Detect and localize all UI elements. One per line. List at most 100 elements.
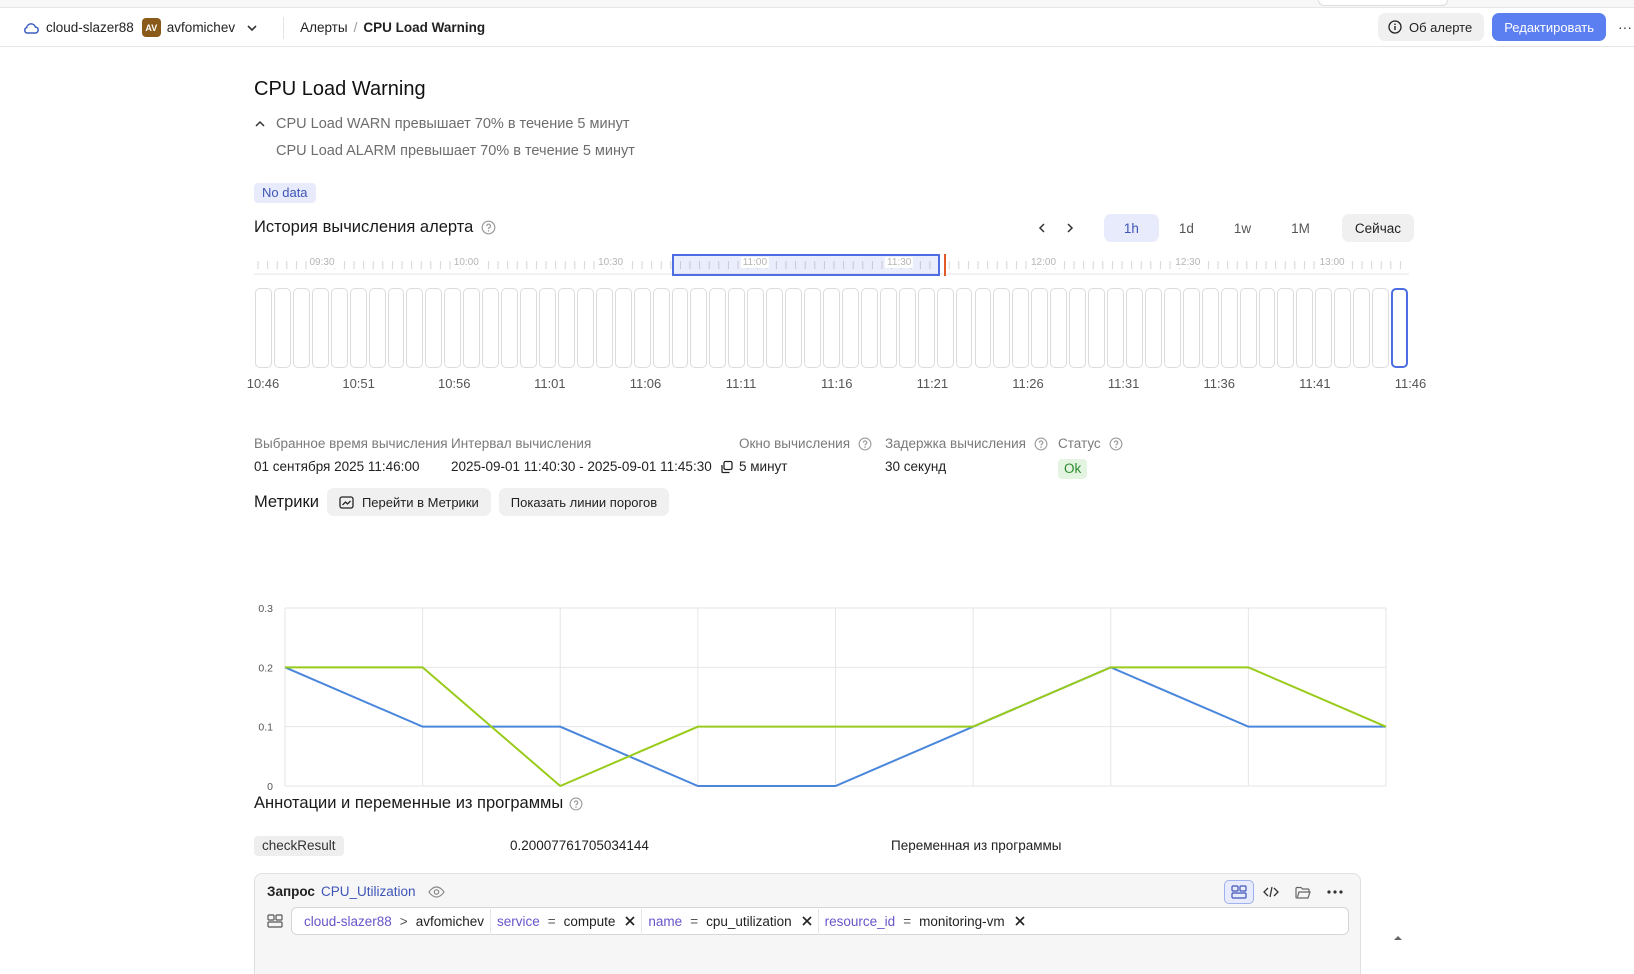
history-bar[interactable]	[444, 288, 462, 368]
breadcrumb-alerts-link[interactable]: Алерты	[300, 20, 348, 35]
history-bar[interactable]	[633, 288, 651, 368]
help-icon[interactable]	[569, 797, 583, 811]
history-bar[interactable]	[823, 288, 840, 368]
close-icon[interactable]	[1015, 916, 1025, 926]
more-icon[interactable]	[1320, 880, 1350, 904]
history-bar[interactable]	[879, 288, 897, 368]
scroll-up-icon[interactable]	[1393, 929, 1403, 944]
history-bar[interactable]	[747, 288, 765, 368]
query-selector-input[interactable]: cloud-slazer88 > avfomichev service = co…	[291, 907, 1349, 935]
history-bar[interactable]	[1277, 288, 1295, 368]
history-bar[interactable]	[1296, 288, 1314, 368]
history-bar[interactable]	[1391, 288, 1408, 368]
history-bar[interactable]	[292, 288, 310, 368]
query-name[interactable]: CPU_Utilization	[321, 884, 416, 899]
open-metrics-button[interactable]: Перейти в Метрики	[326, 488, 491, 516]
history-bar[interactable]	[1031, 288, 1049, 368]
history-bar[interactable]	[1201, 288, 1219, 368]
history-bar[interactable]	[1182, 288, 1200, 368]
history-bar[interactable]	[709, 288, 727, 368]
chevron-down-icon[interactable]	[245, 21, 259, 35]
history-bar[interactable]	[728, 288, 746, 368]
now-button[interactable]: Сейчас	[1341, 214, 1414, 242]
history-bar[interactable]	[652, 288, 670, 368]
range-1d-button[interactable]: 1d	[1159, 214, 1214, 242]
warn-condition[interactable]: CPU Load WARN превышает 70% в течение 5 …	[254, 116, 630, 132]
history-bar[interactable]	[1050, 288, 1068, 368]
history-bar[interactable]	[255, 288, 272, 368]
range-1M-button[interactable]: 1M	[1271, 214, 1330, 242]
filter-chip-service[interactable]: service = compute	[491, 909, 643, 933]
history-bar[interactable]	[860, 288, 878, 368]
chevron-left-icon[interactable]	[1028, 214, 1056, 242]
help-icon[interactable]	[858, 437, 872, 451]
about-alert-button[interactable]: Об алерте	[1377, 13, 1485, 41]
history-bar[interactable]	[273, 288, 291, 368]
code-icon[interactable]	[1256, 880, 1286, 904]
show-thresholds-button[interactable]: Показать линии порогов	[498, 488, 670, 516]
history-bar[interactable]	[1069, 288, 1087, 368]
chevron-right-icon[interactable]	[1056, 214, 1084, 242]
history-bar[interactable]	[1107, 288, 1124, 368]
range-1w-button[interactable]: 1w	[1214, 214, 1271, 242]
history-bar[interactable]	[993, 288, 1011, 368]
history-bar[interactable]	[1315, 288, 1333, 368]
close-icon[interactable]	[802, 916, 812, 926]
query-scope-chip[interactable]: cloud-slazer88 > avfomichev	[298, 909, 491, 933]
history-bar[interactable]	[1334, 288, 1352, 368]
context-switcher[interactable]: cloud-slazer88 AV avfomichev	[0, 18, 259, 37]
history-bar[interactable]	[1125, 288, 1143, 368]
history-bar[interactable]	[349, 288, 367, 368]
history-bar[interactable]	[368, 288, 386, 368]
chevron-up-icon[interactable]	[254, 118, 276, 130]
history-bar[interactable]	[1220, 288, 1238, 368]
history-bar[interactable]	[557, 288, 575, 368]
history-timeline[interactable]: 09:30 10:00 10:30 11:00 11:30 12:00 12:30 13:00	[254, 253, 1409, 276]
help-icon[interactable]	[1109, 437, 1123, 451]
edit-button[interactable]: Редактировать	[1492, 13, 1606, 41]
help-icon[interactable]	[481, 220, 496, 235]
history-bar[interactable]	[898, 288, 916, 368]
eye-icon[interactable]	[427, 885, 445, 898]
history-bar[interactable]	[804, 288, 822, 368]
filter-chip-name[interactable]: name = cpu_utilization	[642, 909, 819, 933]
history-bar[interactable]	[766, 288, 784, 368]
folder-name[interactable]: avfomichev	[167, 20, 235, 35]
copy-icon[interactable]	[720, 460, 734, 474]
history-bar[interactable]	[576, 288, 594, 368]
history-bar[interactable]	[501, 288, 519, 368]
cloud-name[interactable]: cloud-slazer88	[46, 20, 134, 35]
more-icon[interactable]: ···	[1618, 13, 1634, 41]
history-bar[interactable]	[1163, 288, 1181, 368]
history-bar[interactable]	[917, 288, 935, 368]
filter-chip-resource-id[interactable]: resource_id = monitoring-vm	[819, 909, 1031, 933]
history-bar[interactable]	[463, 288, 481, 368]
history-bar[interactable]	[614, 288, 632, 368]
history-bar[interactable]	[974, 288, 992, 368]
range-1h-button[interactable]: 1h	[1103, 214, 1159, 242]
history-bar[interactable]	[520, 288, 537, 368]
history-bar[interactable]	[1144, 288, 1162, 368]
help-icon[interactable]	[1034, 437, 1048, 451]
history-bar[interactable]	[539, 288, 556, 368]
history-bar[interactable]	[936, 288, 954, 368]
history-bar[interactable]	[671, 288, 689, 368]
history-bar[interactable]	[311, 288, 329, 368]
history-bar[interactable]	[482, 288, 500, 368]
history-bar[interactable]	[1353, 288, 1371, 368]
history-bar[interactable]	[406, 288, 424, 368]
history-bar[interactable]	[595, 288, 613, 368]
history-bar[interactable]	[1088, 288, 1106, 368]
history-bar[interactable]	[1258, 288, 1276, 368]
folder-icon[interactable]	[1288, 880, 1318, 904]
history-bar[interactable]	[1239, 288, 1257, 368]
visual-editor-icon[interactable]	[1224, 880, 1254, 904]
history-bar[interactable]	[785, 288, 803, 368]
history-bar[interactable]	[425, 288, 443, 368]
history-bar[interactable]	[955, 288, 973, 368]
history-bar[interactable]	[690, 288, 708, 368]
history-bar[interactable]	[1012, 288, 1030, 368]
history-bar[interactable]	[330, 288, 348, 368]
history-bar[interactable]	[387, 288, 405, 368]
history-bar[interactable]	[841, 288, 859, 368]
